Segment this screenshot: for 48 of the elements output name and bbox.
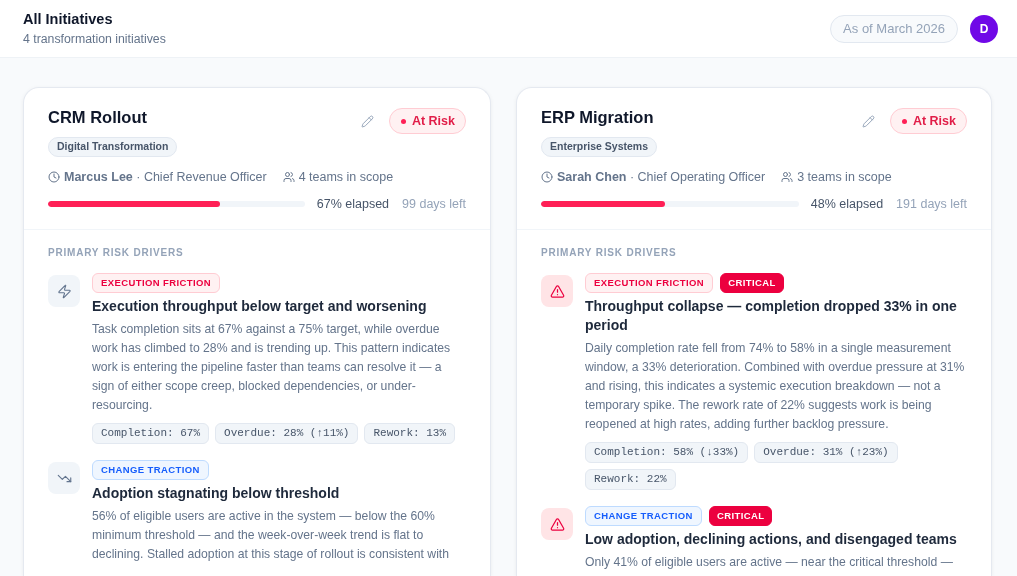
category-tag: Enterprise Systems [541, 137, 658, 157]
page-subtitle: 4 transformation initiatives [23, 31, 166, 47]
metric-chip: Rework: 13% [364, 423, 456, 444]
elapsed-text: 67% elapsed [316, 196, 390, 213]
driver-description: Task completion sits at 67% against a 75% target, while overdue work has climbed to 28% and is trending up. This pattern indicates work is entering the pipeline faster than teams can resolve it — a sign of either scope creep, blocked dependencies, or under-resourcing. [92, 321, 452, 414]
people-icon [282, 171, 295, 183]
category-tag: Digital Transformation [48, 137, 178, 157]
driver-description: 56% of eligible users are active in the system — below the 60% minimum threshold — and the week-over-week trend is flat to declining. Stalled adoption at this stage of rollout is consistent with [92, 508, 451, 563]
initiative-title: ERP Migration [541, 107, 654, 127]
pencil-icon[interactable] [861, 114, 875, 128]
people-icon [781, 171, 794, 183]
clock-icon [541, 171, 553, 183]
metric-chip: Overdue: 28% (↑11%) [215, 423, 359, 444]
critical-tag: CRITICAL [720, 273, 784, 293]
initiative-title: CRM Rollout [48, 107, 147, 127]
user-avatar[interactable]: D [970, 14, 998, 43]
status-text: At Risk [912, 112, 956, 130]
owner-text: Marcus Lee · Chief Revenue Officer [64, 169, 267, 185]
teams-text: 4 teams in scope [298, 169, 394, 185]
metric-chip: Completion: 58% (↓33%) [585, 442, 749, 463]
driver-title: Low adoption, declining actions, and disengaged teams [585, 530, 958, 549]
pencil-icon[interactable] [360, 114, 374, 128]
category-tag: CHANGE TRACTION [585, 506, 702, 526]
driver-title: Throughput collapse — completion dropped 33% in one period [585, 297, 958, 335]
status-dot-icon [901, 118, 907, 124]
driver-title: Execution throughput below target and worsening [92, 297, 428, 316]
days-left-text: 99 days left [402, 196, 466, 213]
driver-description: Only 41% of eligible users are active — near the critical threshold — [585, 554, 954, 571]
page-title: All Initiatives [23, 10, 114, 28]
critical-tag: CRITICAL [708, 506, 773, 526]
category-tag: EXECUTION FRICTION [585, 273, 714, 293]
owner-text: Sarah Chen · Chief Operating Officer [557, 169, 766, 185]
section-heading: PRIMARY RISK DRIVERS [541, 246, 678, 260]
clock-icon [48, 171, 60, 183]
metric-chip: Completion: 67% [92, 423, 210, 444]
section-heading: PRIMARY RISK DRIVERS [48, 246, 185, 260]
status-text: At Risk [411, 112, 455, 130]
category-tag: EXECUTION FRICTION [92, 273, 221, 293]
elapsed-text: 48% elapsed [810, 196, 884, 213]
metric-chip: Rework: 22% [585, 469, 676, 490]
status-dot-icon [400, 118, 406, 124]
date-pill: As of March 2026 [830, 14, 958, 43]
driver-description: Daily completion rate fell from 74% to 58% in a single measurement window, a 33% deterioration. Combined with overdue pressure at 31% and rising, this indicates a systemic execution breakdown — not a temporary spike. The rework rate of 22% suggests work is being reopened at high rates, adding further backlog pressure. [585, 340, 966, 433]
teams-text: 3 teams in scope [797, 169, 892, 185]
days-left-text: 191 days left [896, 196, 967, 213]
category-tag: CHANGE TRACTION [92, 460, 209, 480]
metric-chip: Overdue: 31% (↑23%) [754, 442, 898, 463]
driver-title: Adoption stagnating below threshold [92, 484, 341, 503]
